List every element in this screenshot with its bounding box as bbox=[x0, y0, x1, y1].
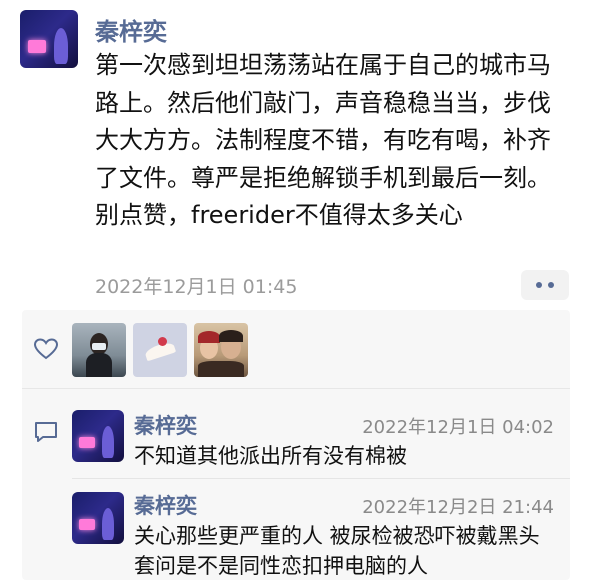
post-timestamp: 2022年12月1日 01:45 bbox=[95, 276, 298, 298]
more-actions-button[interactable] bbox=[521, 270, 569, 300]
comment-timestamp: 2022年12月2日 21:44 bbox=[362, 497, 554, 518]
commenter-avatar[interactable] bbox=[72, 410, 124, 462]
dot-icon bbox=[548, 282, 554, 288]
interaction-panel: 秦梓奕 2022年12月1日 04:02 不知道其他派出所有没有棉被 秦梓奕 2… bbox=[22, 310, 570, 580]
post-author-name[interactable]: 秦梓奕 bbox=[95, 12, 167, 47]
comment-text: 不知道其他派出所有没有棉被 bbox=[134, 444, 407, 468]
comment-timestamp: 2022年12月1日 04:02 bbox=[362, 417, 554, 438]
liked-user-avatar[interactable] bbox=[72, 323, 126, 377]
liked-user-avatar[interactable] bbox=[194, 323, 248, 377]
dot-icon bbox=[536, 282, 542, 288]
comment-divider bbox=[72, 478, 570, 479]
comment-icon bbox=[35, 422, 57, 442]
liked-user-avatar[interactable] bbox=[133, 323, 187, 377]
author-avatar[interactable] bbox=[20, 10, 78, 68]
likes-row bbox=[22, 310, 570, 389]
commenter-avatar[interactable] bbox=[72, 492, 124, 544]
post-text: 第一次感到坦坦荡荡站在属于自己的城市马路上。然后他们敲门，声音稳稳当当，步伐大大… bbox=[95, 51, 551, 229]
comment-text: 关心那些更严重的人 被尿检被恐吓被戴黑头套问是不是同性恋扣押电脑的人 bbox=[134, 524, 540, 578]
comment-author-name[interactable]: 秦梓奕 bbox=[134, 490, 197, 520]
heart-icon bbox=[33, 338, 59, 360]
comment-author-name[interactable]: 秦梓奕 bbox=[134, 410, 197, 440]
